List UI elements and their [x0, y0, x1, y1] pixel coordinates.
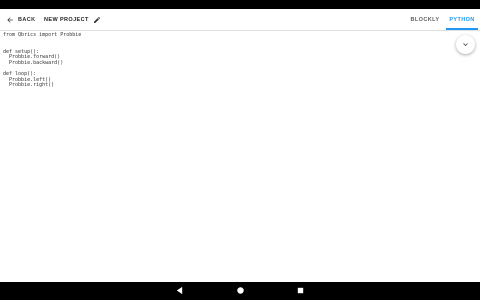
- pencil-icon: [93, 16, 101, 24]
- triangle-back-icon: [175, 282, 184, 300]
- square-recents-icon: [296, 282, 305, 300]
- nav-home-button[interactable]: [235, 286, 245, 296]
- system-navigation-bar: [0, 282, 480, 300]
- app-bar: BACK NEW PROJECT BLOCKLY PYTHON: [0, 9, 480, 30]
- project-title-edit[interactable]: NEW PROJECT: [44, 12, 101, 27]
- code-line: Probbie.right(): [3, 82, 55, 89]
- chevron-down-icon: [461, 36, 470, 54]
- nav-back-button[interactable]: [174, 286, 184, 296]
- back-button[interactable]: BACK: [6, 12, 36, 27]
- code-editor[interactable]: from Qbrics import Probbie def setup(): …: [0, 31, 480, 282]
- circle-home-icon: [236, 282, 245, 300]
- tab-python[interactable]: PYTHON: [444, 9, 480, 30]
- arrow-back-icon: [6, 11, 14, 29]
- project-title: NEW PROJECT: [44, 16, 89, 23]
- status-bar: [0, 0, 480, 9]
- expand-fab-button[interactable]: [456, 35, 475, 54]
- tab-blockly[interactable]: BLOCKLY: [404, 9, 446, 30]
- nav-recents-button[interactable]: [295, 286, 305, 296]
- back-label: BACK: [18, 16, 36, 23]
